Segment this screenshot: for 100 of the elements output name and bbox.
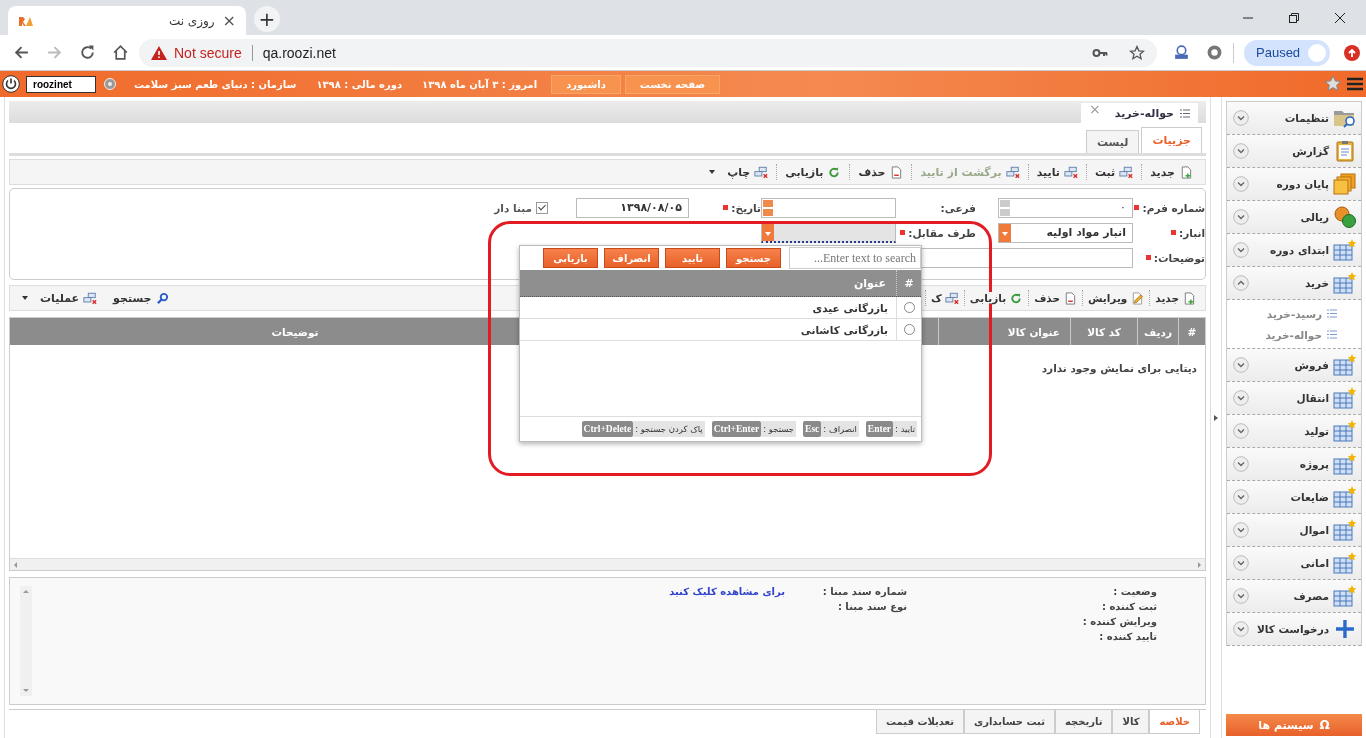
sidebar-item[interactable]: اموال xyxy=(1227,514,1361,547)
horizontal-scrollbar[interactable] xyxy=(10,558,1205,570)
browser-tab[interactable]: روزی نت × xyxy=(8,6,246,35)
chevron-down-icon[interactable] xyxy=(1233,522,1249,538)
chevron-down-icon[interactable] xyxy=(1233,357,1249,373)
sidebar-item[interactable]: فروش xyxy=(1227,349,1361,382)
picker-row[interactable]: بازرگانی کاشانی xyxy=(520,319,921,341)
chevron-down-icon[interactable] xyxy=(1233,555,1249,571)
home-icon[interactable] xyxy=(112,44,129,61)
radio-button[interactable] xyxy=(903,324,915,335)
new-tab-button[interactable]: + xyxy=(254,6,280,32)
restore-icon[interactable] xyxy=(1288,11,1300,24)
close-icon[interactable] xyxy=(1334,11,1346,24)
tab-close-button[interactable]: × xyxy=(222,11,236,30)
menu-icon[interactable] xyxy=(1346,75,1364,93)
reload-icon[interactable] xyxy=(79,44,96,61)
view-tab[interactable]: لیست xyxy=(1085,130,1140,153)
toolbar-button[interactable]: ثبت xyxy=(1085,164,1142,180)
toolbar-button[interactable]: عملیات xyxy=(14,290,106,306)
detail-label: شماره سند مبنا : xyxy=(821,586,907,597)
user-field[interactable]: roozinet xyxy=(26,75,96,93)
url-text: qa.roozi.net xyxy=(262,44,336,61)
toolbar-button[interactable]: تایید xyxy=(1027,164,1086,180)
address-bar[interactable]: Not secure qa.roozi.net xyxy=(139,38,1157,67)
number-field[interactable] xyxy=(761,197,896,218)
toolbar-button[interactable]: جدید xyxy=(1149,290,1201,306)
stacked-files-icon xyxy=(1333,173,1357,195)
toolbar-button[interactable]: بازیابی xyxy=(963,290,1029,306)
toolbar-button[interactable]: بازیابی xyxy=(776,164,850,180)
computers-icon xyxy=(754,165,769,179)
settings-icon[interactable] xyxy=(104,78,116,90)
table-star-icon xyxy=(1333,420,1357,442)
profile-button[interactable]: Paused xyxy=(1244,39,1331,66)
chevron-down-icon[interactable] xyxy=(1233,209,1249,225)
sidebar-item[interactable]: خرید xyxy=(1227,267,1361,300)
picker-row[interactable]: بازرگانی عیدی xyxy=(520,297,921,319)
date-field[interactable]: ۱۳۹۸/۰۸/۰۵ xyxy=(576,197,689,218)
toolbar-button[interactable]: حذف xyxy=(849,164,912,180)
document-tab[interactable]: حواله-خرید × xyxy=(1081,103,1198,123)
sidebar-item[interactable]: مصرف xyxy=(1227,580,1361,613)
detail-label: ویرایش کننده : xyxy=(1081,616,1157,627)
chevron-down-icon[interactable] xyxy=(1233,489,1249,505)
select-field[interactable]: انبار مواد اولیه xyxy=(998,222,1133,243)
sidebar-item[interactable]: پایان دوره xyxy=(1227,168,1361,201)
search-field[interactable]: Enter text to search... xyxy=(789,247,921,269)
view-link[interactable]: برای مشاهده کلیک کنید xyxy=(669,586,785,597)
chevron-down-icon[interactable] xyxy=(1233,390,1249,406)
sidebar-item[interactable]: ضایعات xyxy=(1227,481,1361,514)
chevron-down-icon[interactable] xyxy=(1233,621,1249,637)
extension-icon[interactable] xyxy=(1206,44,1223,61)
vertical-scrollbar[interactable] xyxy=(20,586,32,696)
update-icon[interactable] xyxy=(1344,44,1361,61)
app-info-text: سازمان : دنیای طعم سبز سلامت xyxy=(134,78,297,90)
toolbar-button[interactable]: چاپ xyxy=(701,164,777,180)
sidebar-item[interactable]: تنظیمات xyxy=(1227,102,1361,135)
collapse-handle-icon[interactable] xyxy=(1214,414,1218,421)
key-chip: Esc xyxy=(803,421,822,437)
sidebar-subitem[interactable]: حواله-خرید xyxy=(1227,324,1361,345)
back-icon[interactable] xyxy=(13,44,30,61)
toolbar-button[interactable]: ویرایش xyxy=(1081,290,1150,306)
document-icon xyxy=(889,165,904,179)
number-field[interactable]: ۰ xyxy=(998,197,1133,218)
chevron-down-icon[interactable] xyxy=(1233,176,1249,192)
bottom-tab[interactable]: تعدیلات قیمت xyxy=(876,710,964,734)
toolbar-button[interactable]: جستجو xyxy=(105,290,178,306)
chevron-down-icon[interactable] xyxy=(1233,143,1249,159)
sidebar-item[interactable]: پروژه xyxy=(1227,448,1361,481)
sidebar-item[interactable]: تولید xyxy=(1227,415,1361,448)
sidebar-subitem[interactable]: رسید-خرید xyxy=(1227,303,1361,324)
refresh-icon xyxy=(827,165,842,179)
chevron-down-icon[interactable] xyxy=(1233,242,1249,258)
chevron-down-icon[interactable] xyxy=(1233,456,1249,472)
toolbar-button[interactable]: ک xyxy=(924,290,964,306)
star-icon[interactable] xyxy=(1324,75,1342,93)
chevron-down-icon[interactable] xyxy=(1233,110,1249,126)
sidebar-item[interactable]: انتقال xyxy=(1227,382,1361,415)
select-field[interactable] xyxy=(761,222,896,243)
bottom-tab[interactable]: کالا xyxy=(1112,710,1150,734)
sidebar-item[interactable]: درخواست کالا xyxy=(1227,613,1361,646)
toolbar-button[interactable]: حذف xyxy=(1028,290,1082,306)
sidebar-item[interactable]: گزارش xyxy=(1227,135,1361,168)
field-label: توضیحات: xyxy=(1133,251,1205,264)
extension-icon[interactable] xyxy=(1173,44,1190,61)
chevron-up-icon[interactable] xyxy=(1233,275,1249,291)
star-icon[interactable] xyxy=(1129,44,1145,61)
chevron-down-icon[interactable] xyxy=(1233,588,1249,604)
column-header: عنوان xyxy=(853,275,887,292)
sidebar-item[interactable]: ابتدای دوره xyxy=(1227,234,1361,267)
chevron-down-icon[interactable] xyxy=(1233,423,1249,439)
sidebar-item[interactable]: امانی xyxy=(1227,547,1361,580)
logo-icon xyxy=(18,14,34,27)
checkbox[interactable] xyxy=(536,201,548,214)
bottom-tab[interactable]: تاریخچه xyxy=(1054,710,1113,734)
power-icon[interactable] xyxy=(2,75,20,93)
radio-button[interactable] xyxy=(903,302,915,313)
field-label: شماره فرم: xyxy=(1133,201,1205,214)
detail-label: ثبت کننده : xyxy=(1100,601,1157,612)
sidebar-item[interactable]: ریالی xyxy=(1227,201,1361,234)
toolbar-button[interactable]: جدید xyxy=(1141,164,1201,180)
bottom-tab[interactable]: ثبت حسابداری xyxy=(964,710,1055,734)
